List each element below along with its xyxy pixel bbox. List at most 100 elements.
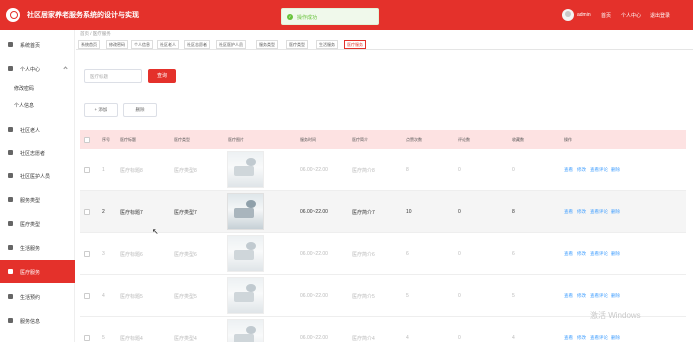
- cell-intro: 医疗简介7: [352, 210, 375, 216]
- sidebar-item-service-info[interactable]: 服务信息: [0, 309, 75, 332]
- logo-icon: [6, 8, 20, 22]
- edit-link[interactable]: 修改: [577, 251, 586, 257]
- edit-link[interactable]: 修改: [577, 293, 586, 299]
- cell-comments: 0: [458, 293, 461, 299]
- cell-comments: 0: [458, 167, 461, 173]
- mouse-cursor-icon: ↖: [152, 227, 159, 236]
- delete-link[interactable]: 删除: [611, 209, 620, 215]
- cell-title: 医疗标题4: [120, 336, 143, 342]
- sidebar-subitem-change-password[interactable]: 修改密码: [14, 85, 34, 92]
- cell-index: 5: [102, 335, 105, 341]
- tab-elderly[interactable]: 社区老人: [157, 40, 179, 49]
- cell-index: 4: [102, 293, 105, 299]
- view-comments-link[interactable]: 查看评论: [590, 335, 608, 341]
- view-link[interactable]: 查看: [564, 293, 573, 299]
- view-link[interactable]: 查看: [564, 167, 573, 173]
- row-checkbox[interactable]: [84, 293, 90, 299]
- column-header[interactable]: 评论数: [458, 137, 470, 143]
- edit-link[interactable]: 修改: [577, 167, 586, 173]
- add-button[interactable]: + 添加: [84, 103, 118, 117]
- home-link[interactable]: 首页: [601, 12, 611, 19]
- windows-activation-watermark: 激活 Windows: [590, 311, 641, 320]
- sidebar-item-medical-staff[interactable]: 社区医护人员: [0, 164, 75, 187]
- cell-index: 1: [102, 167, 105, 173]
- tab-life-service[interactable]: 生活服务: [316, 40, 338, 49]
- search-input[interactable]: 医疗标题: [84, 69, 142, 83]
- table-row[interactable]: 2 医疗标题7 医疗类型7 06.00~22.00 医疗简介7 10 0 8 查…: [80, 191, 686, 233]
- column-header[interactable]: 服务时间: [300, 137, 316, 143]
- row-checkbox[interactable]: [84, 251, 90, 257]
- sidebar-item-label: 服务信息: [20, 319, 41, 325]
- edit-link[interactable]: 修改: [577, 335, 586, 341]
- column-header[interactable]: 医疗简介: [352, 137, 368, 143]
- cell-title: 医疗标题8: [120, 168, 143, 174]
- tab-volunteers[interactable]: 社区志愿者: [184, 40, 210, 49]
- sidebar-item-medical-service[interactable]: 医疗服务: [0, 260, 75, 283]
- sidebar-item-volunteers[interactable]: 社区志愿者: [0, 141, 75, 164]
- grid-icon: [8, 127, 13, 132]
- avatar[interactable]: [562, 9, 574, 21]
- sidebar-item-label: 社区医护人员: [20, 174, 51, 180]
- cell-type: 医疗类型8: [174, 168, 197, 174]
- sidebar-item-medical-type[interactable]: 医疗类型: [0, 212, 75, 235]
- sidebar-item-service-type[interactable]: 服务类型: [0, 188, 75, 211]
- sidebar-item-label: 医疗服务: [20, 270, 41, 276]
- view-comments-link[interactable]: 查看评论: [590, 293, 608, 299]
- column-header: 医疗图片: [228, 137, 244, 142]
- delete-link[interactable]: 删除: [611, 251, 620, 257]
- tab-medical-staff[interactable]: 社区医护人员: [216, 40, 246, 49]
- sidebar-item-elderly[interactable]: 社区老人: [0, 118, 75, 141]
- column-header[interactable]: 点赞次数: [406, 137, 422, 143]
- sidebar-item-life-booking[interactable]: 生活预约: [0, 285, 75, 308]
- cell-type: 医疗类型7: [174, 210, 197, 216]
- edit-link[interactable]: 修改: [577, 209, 586, 215]
- view-link[interactable]: 查看: [564, 335, 573, 341]
- breadcrumb: 首页 / 医疗服务: [80, 31, 111, 36]
- row-checkbox[interactable]: [84, 209, 90, 215]
- grid-icon: [8, 245, 13, 250]
- tab-profile[interactable]: 个人信息: [131, 40, 153, 49]
- table-row[interactable]: 3 医疗标题6 医疗类型6 06.00~22.00 医疗简介6 6 0 6 查看…: [80, 233, 686, 275]
- tab-medical-type[interactable]: 医疗类型: [286, 40, 308, 49]
- tab-medical-service[interactable]: 医疗服务: [344, 40, 366, 49]
- delete-link[interactable]: 删除: [611, 293, 620, 299]
- cell-title: 医疗标题6: [120, 252, 143, 258]
- sidebar-item-home[interactable]: 系统首页: [0, 33, 75, 56]
- row-checkbox[interactable]: [84, 167, 90, 173]
- view-link[interactable]: 查看: [564, 209, 573, 215]
- column-header[interactable]: 收藏数: [512, 137, 524, 143]
- grid-icon: [8, 221, 13, 226]
- sidebar-subitem-profile[interactable]: 个人信息: [14, 102, 34, 109]
- column-header[interactable]: 序号: [102, 137, 110, 143]
- delete-link[interactable]: 删除: [611, 167, 620, 173]
- delete-link[interactable]: 删除: [611, 335, 620, 341]
- sidebar-item-personal-center[interactable]: 个人中心: [0, 57, 75, 80]
- view-link[interactable]: 查看: [564, 251, 573, 257]
- column-header[interactable]: 医疗类型: [174, 137, 190, 143]
- select-all-checkbox[interactable]: [84, 137, 90, 143]
- row-checkbox[interactable]: [84, 335, 90, 341]
- profile-link[interactable]: 个人中心: [621, 12, 641, 19]
- tab-home[interactable]: 系统首页: [78, 40, 100, 49]
- cell-title: 医疗标题5: [120, 294, 143, 300]
- column-header: 操作: [564, 137, 572, 142]
- cell-time: 06.00~22.00: [300, 167, 328, 173]
- delete-button[interactable]: 删除: [123, 103, 157, 117]
- view-comments-link[interactable]: 查看评论: [590, 251, 608, 257]
- sidebar-item-label: 生活服务: [20, 246, 41, 252]
- column-header[interactable]: 医疗标题: [120, 137, 136, 143]
- search-button[interactable]: 查询: [148, 69, 176, 83]
- grid-icon: [8, 197, 13, 202]
- tab-service-type[interactable]: 服务类型: [256, 40, 278, 49]
- medical-image: [227, 193, 264, 230]
- cell-favorites: 4: [512, 335, 515, 341]
- view-comments-link[interactable]: 查看评论: [590, 209, 608, 215]
- cell-intro: 医疗简介8: [352, 168, 375, 174]
- cell-type: 医疗类型6: [174, 252, 197, 258]
- tab-change-password[interactable]: 修改密码: [106, 40, 128, 49]
- view-comments-link[interactable]: 查看评论: [590, 167, 608, 173]
- sidebar-item-life-service[interactable]: 生活服务: [0, 236, 75, 259]
- logout-link[interactable]: 退出登录: [650, 12, 670, 19]
- cell-likes: 4: [406, 335, 409, 341]
- table-row[interactable]: 1 医疗标题8 医疗类型8 06.00~22.00 医疗简介8 8 0 0 查看…: [80, 149, 686, 191]
